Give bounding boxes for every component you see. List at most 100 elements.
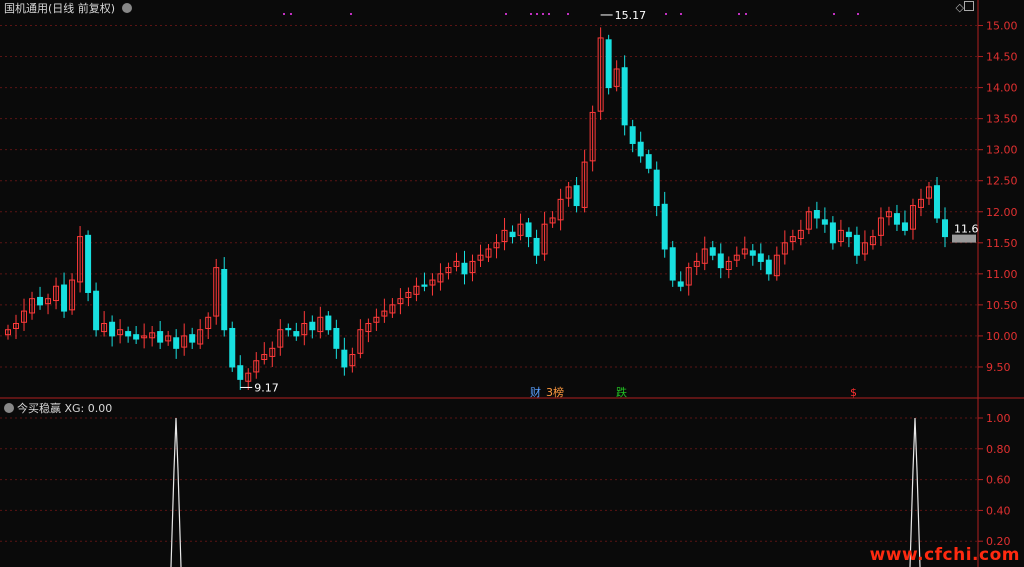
candle-body (341, 349, 348, 368)
event-marker (530, 13, 532, 15)
event-marker (680, 13, 682, 15)
indicator-name: 今买稳赢 (17, 402, 61, 415)
price-tick-label: 13.50 (986, 113, 1018, 126)
candle-body (901, 222, 908, 231)
price-tick-label: 11.50 (986, 237, 1018, 250)
candle-body (661, 203, 668, 250)
price-tick-label: 13.00 (986, 144, 1018, 157)
diamond-icon[interactable]: ◇ (956, 1, 964, 14)
chevron-down-icon[interactable] (121, 3, 132, 13)
window-toggle-icon[interactable] (964, 1, 974, 11)
stock-title: 国机通用(日线 前复权) (4, 0, 132, 16)
candle-body (133, 334, 140, 340)
price-tick-label: 10.00 (986, 330, 1018, 343)
event-tag: $ (850, 386, 857, 399)
candle-body (629, 126, 636, 144)
candle-body (813, 210, 820, 219)
candle-body (85, 234, 92, 293)
event-marker (283, 13, 285, 15)
event-marker (350, 13, 352, 15)
low-price-label: 9.17 (254, 381, 279, 394)
event-marker (542, 13, 544, 15)
current-price-tag (952, 234, 976, 243)
candle-body (333, 327, 340, 349)
candle-body (325, 315, 332, 331)
indicator-tick-label: 0.80 (986, 443, 1011, 456)
candle-body (637, 141, 644, 157)
event-marker (567, 13, 569, 15)
candle-body (933, 185, 940, 219)
candle-body (237, 365, 244, 380)
candle-body (573, 185, 580, 207)
candle-body (173, 337, 180, 349)
candle-body (893, 213, 900, 225)
candle-body (189, 334, 196, 343)
candle-body (942, 219, 948, 238)
price-tick-label: 12.00 (986, 206, 1018, 219)
candle-body (125, 331, 132, 337)
indicator-tick-label: 0.60 (986, 474, 1011, 487)
signal-spike (170, 417, 182, 567)
candle-body (709, 247, 716, 256)
price-tick-label: 12.50 (986, 175, 1018, 188)
watermark: www.cfchi.com (869, 545, 1020, 565)
event-marker (290, 13, 292, 15)
stock-name: 国机通用 (4, 2, 48, 15)
price-tick-label: 14.50 (986, 51, 1018, 64)
price-tick-label: 14.00 (986, 82, 1018, 95)
indicator-tick-label: 1.00 (986, 412, 1011, 425)
candle-body (109, 321, 116, 337)
event-tag: 跌 (616, 385, 627, 399)
indicator-title: 今买稳赢 XG: 0.00 (4, 400, 112, 416)
candle-body (853, 234, 860, 256)
event-marker (738, 13, 740, 15)
candle-body (509, 231, 516, 238)
event-marker (745, 13, 747, 15)
chevron-down-icon[interactable] (4, 403, 14, 413)
price-tick-label: 9.50 (986, 361, 1011, 374)
candle-body (157, 331, 164, 343)
event-marker (857, 13, 859, 15)
candle-body (757, 253, 764, 262)
price-tick-label: 15.00 (986, 20, 1018, 33)
candle-body (461, 262, 468, 275)
candle-body (221, 268, 228, 331)
event-marker (665, 13, 667, 15)
candle-body (309, 321, 316, 331)
period-label: (日线 前复权) (48, 2, 116, 15)
candle-body (669, 247, 676, 281)
candle-body (293, 331, 300, 337)
high-price-label: 15.17 (615, 9, 647, 22)
candle-body (61, 284, 68, 312)
event-tag: 财 (530, 385, 541, 399)
candle-body (653, 169, 660, 207)
event-marker (833, 13, 835, 15)
price-tick-label: 11.00 (986, 268, 1018, 281)
candle-body (229, 327, 236, 368)
candle-body (533, 237, 540, 256)
candle-body (765, 259, 772, 275)
kline-chart-canvas[interactable]: 15.00 14.50 14.00 13.50 13.00 12.50 12.00 11.50… (0, 0, 1024, 567)
event-marker (548, 13, 550, 15)
indicator-tick-label: 0.40 (986, 504, 1011, 517)
candle-body (821, 219, 828, 225)
candle-body (605, 39, 612, 89)
event-marker (536, 13, 538, 15)
candle-body (37, 296, 44, 306)
candle-body (421, 284, 428, 287)
candle-body (845, 231, 852, 238)
price-tick-label: 10.50 (986, 299, 1018, 312)
candle-body (645, 154, 652, 169)
current-price-label: 11.6 (954, 223, 979, 236)
candle-body (525, 222, 532, 238)
event-tag: 3榜 (546, 385, 564, 399)
candle-body (749, 250, 756, 256)
event-marker (505, 13, 507, 15)
candle-body (285, 327, 292, 331)
candle-body (93, 290, 100, 331)
candle-body (621, 67, 628, 126)
indicator-readout: XG: 0.00 (64, 402, 113, 415)
candle-body (829, 222, 836, 244)
candle-body (717, 253, 724, 269)
candle-body (677, 281, 684, 287)
